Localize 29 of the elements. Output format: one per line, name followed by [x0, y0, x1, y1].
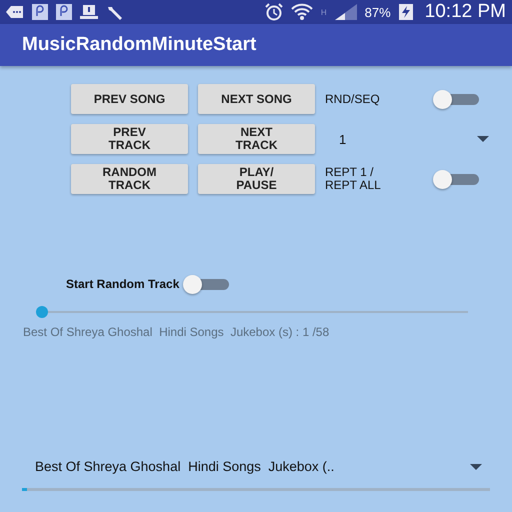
keyboard-icon	[6, 6, 24, 18]
caret-icon	[477, 136, 489, 142]
network-type: H	[320, 8, 327, 16]
caret-icon	[470, 464, 482, 470]
track-dropdown[interactable]: 1	[325, 132, 489, 146]
app-icon	[32, 4, 48, 20]
control-button[interactable]: RANDOM TRACK	[71, 164, 188, 194]
control-button[interactable]: PREV SONG	[71, 84, 188, 114]
control-button[interactable]: NEXT SONG	[198, 84, 315, 114]
switch-label: REPT 1 / REPT ALL	[325, 166, 381, 192]
switch-label: Start Random Track	[66, 278, 180, 290]
app-icon	[56, 4, 72, 20]
signal-icon	[334, 4, 357, 20]
battery-charging-icon	[398, 4, 413, 20]
wifi-icon	[290, 3, 313, 21]
alarm-icon	[264, 3, 283, 21]
track-info: Best Of Shreya Ghoshal Hindi Songs Jukebox (s) : 1 /58	[22, 324, 330, 339]
clock: 10:12 PM	[424, 1, 506, 23]
seek-thumb[interactable]	[36, 306, 48, 318]
song-spinner[interactable]: Best Of Shreya Ghoshal Hindi Songs Jukebox (..	[35, 459, 482, 474]
switch-label: RND/SEQ	[325, 92, 380, 106]
control-button[interactable]: PLAY/ PAUSE	[198, 164, 315, 194]
toggle-switch[interactable]	[183, 274, 232, 294]
battery-percent: 87%	[364, 4, 391, 20]
app-title: MusicRandomMinuteStart	[22, 34, 256, 56]
toggle-switch[interactable]	[433, 169, 481, 189]
control-button[interactable]: NEXT TRACK	[198, 124, 315, 154]
toggle-switch[interactable]	[433, 89, 481, 109]
control-button[interactable]: PREV TRACK	[71, 124, 188, 154]
